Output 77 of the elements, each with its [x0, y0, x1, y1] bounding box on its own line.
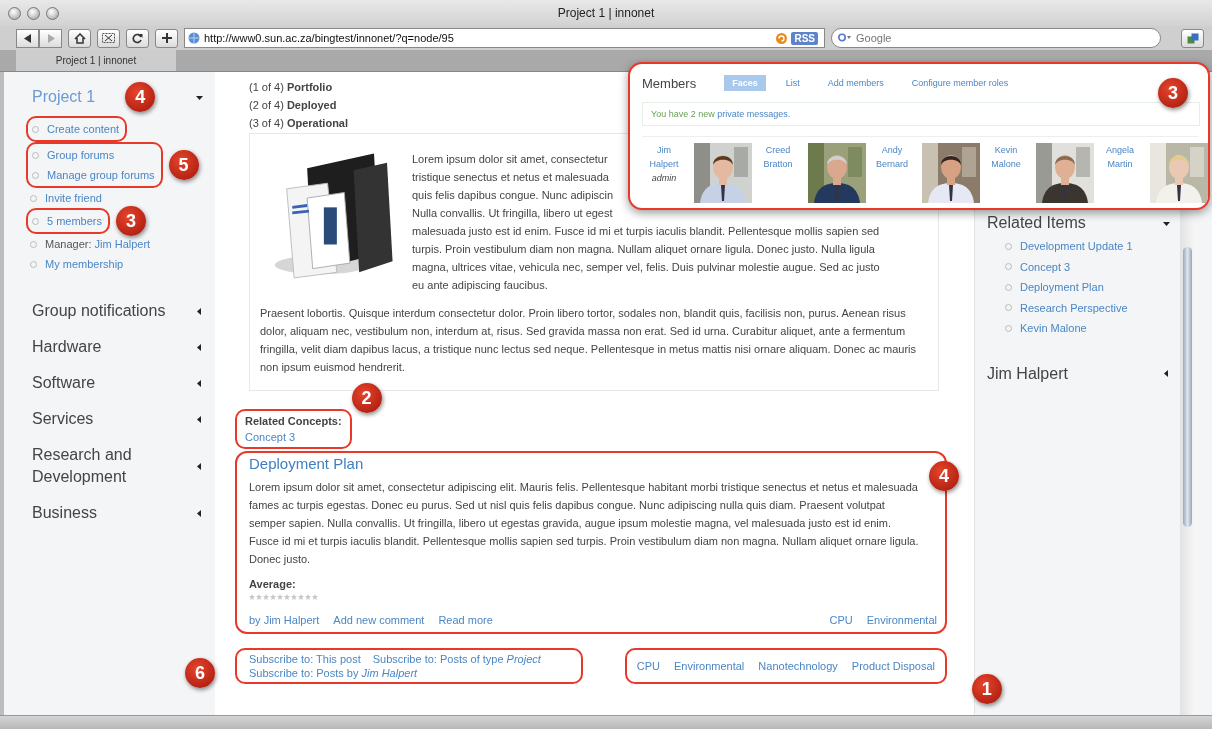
workflow-step: (3 of 4) Operational — [249, 114, 349, 132]
manager-link[interactable]: Jim Halpert — [94, 238, 151, 250]
panel-title: Members — [642, 75, 697, 91]
related-item-link[interactable]: Deployment Plan — [1020, 281, 1104, 294]
panel-tab[interactable]: List — [777, 75, 808, 91]
post-link[interactable]: by Jim Halpert — [249, 614, 320, 626]
step-marker: 3 — [116, 206, 147, 236]
manager-line: Manager: Jim Halpert — [45, 238, 151, 250]
section-heading[interactable]: Research and Development — [32, 444, 182, 488]
section-heading[interactable]: Group notifications — [32, 300, 182, 322]
section-heading[interactable]: Software — [32, 372, 182, 394]
body-text-line: tristique senectus et netus et malesuada — [412, 170, 609, 185]
step-marker: 4 — [125, 82, 156, 112]
post-link[interactable]: Add new comment — [333, 614, 425, 626]
panel-tab[interactable]: Add members — [819, 75, 892, 91]
body-paragraph: Praesent lobortis. Quisque interdum consectetur dolor. Proin libero tortor, sodales non, blandit quis, facilisis non, purus. Aenean risus dolor, aliquam nec, vestibulum non, interdum at, risus. Sed gravida massa non erat. Sed id urna. Curabitur aliquet, ante a fermentum fringilla, velit diam dapibus lacus, a tristique nunc lectus sed neque. Pellentesque in metus mattis nisi ornare aliquam. Donec ac mauris non ipsum euismod hendrerit. — [260, 306, 918, 375]
post-body: Lorem ipsum dolor sit amet, consectetur adipiscing elit. Mauris felis. Pellentesque habitant morbi tristique senectus et netus et malesuada fames ac turpis egestas. Donec eu purus. Sed ut nisl quis felis dapibus congue. Nunc adipiscing nulla quis diam. Praesent volutpat semper sapien. Nulla convallis. Ut fringilla, libero ut egestas gravida, augue ipsum molestie magna, vel malesuada justo est id enim. Fusce id mi et turpis iaculis blandit. Pellentesque mollis sapien sed turpis. Proin vestibulum diam non magna. Nullam aliquet ornare ligula. Donec justo. — [249, 480, 919, 567]
panel-tab[interactable]: Configure member roles — [903, 75, 1017, 91]
body-text-line: magna, ultrices vitae, vehicula nec, semper vel, felis. Duis pulvinar molestie augue. Sed ac justo — [412, 260, 880, 275]
body-text-line: malesuada justo est id enim. Fusce id mi et turpis iaculis blandit. Pellentesque mollis sapien sed — [412, 224, 880, 239]
subscribe-link[interactable]: Subscribe to: This post — [249, 653, 361, 665]
rss-button[interactable]: RSS — [791, 31, 818, 45]
section-heading[interactable]: Business — [32, 502, 182, 524]
post-title[interactable]: Deployment Plan — [249, 455, 364, 472]
tag-link[interactable]: Nanotechnology — [758, 660, 838, 672]
section-heading[interactable]: Hardware — [32, 336, 182, 358]
body-text-line: turpis. Proin vestibulum diam non magna. Nullam aliquet ornare ligula. Donec justo. Nulla ligula — [412, 242, 875, 257]
url-text: http://www0.sun.ac.za/bingtest/innonet/?q=node/95 — [204, 32, 455, 44]
related-item-link[interactable]: Development Update 1 — [1020, 240, 1133, 253]
workflow-step: (2 of 4) Deployed — [249, 96, 337, 114]
sidebar-link[interactable]: 5 members — [47, 215, 103, 227]
address-field[interactable]: http://www0.sun.ac.za/bingtest/innonet/?q=node/95 RSS — [184, 28, 825, 48]
tag-link[interactable]: Environmental — [866, 614, 937, 626]
window-title: Project 1 | innonet — [557, 6, 655, 20]
browser-tab[interactable]: Project 1 | innonet — [16, 50, 176, 71]
step-marker: 5 — [168, 150, 199, 180]
body-text-line: quis felis dapibus congue. Nunc adipiscin — [412, 188, 614, 203]
sidebar-link[interactable]: Manage group forums — [47, 169, 155, 181]
workflow-step: (1 of 4) Portfolio — [249, 78, 333, 96]
sidebar-link[interactable]: My membership — [45, 258, 124, 270]
search-field[interactable]: Google — [831, 28, 1161, 48]
tag-link[interactable]: Environmental — [674, 660, 745, 672]
block-heading[interactable]: Jim Halpert — [987, 364, 1068, 383]
section-heading[interactable]: Services — [32, 408, 182, 430]
body-text-line: eu ante adipiscing faucibus. — [412, 278, 548, 293]
related-item-link[interactable]: Concept 3 — [1020, 260, 1071, 273]
member-name-link[interactable]: Andy Bernard — [870, 143, 914, 171]
related-item-link[interactable]: Kevin Malone — [1020, 322, 1087, 335]
member-name-link[interactable]: Creed Bratton — [756, 143, 800, 171]
step-marker: 3 — [1158, 78, 1188, 108]
subscribe-link[interactable]: Subscribe to: Posts by Jim Halpert — [249, 667, 418, 679]
member-name-link[interactable]: Jim Halpert — [642, 143, 686, 171]
step-marker: 4 — [929, 461, 959, 491]
related-label: Related Concepts: — [245, 415, 342, 427]
tag-link[interactable]: Product Disposal — [851, 660, 935, 672]
tag-link[interactable]: CPU — [829, 614, 853, 626]
related-item-link[interactable]: Research Perspective — [1020, 301, 1128, 314]
post-link[interactable]: Read more — [438, 614, 493, 626]
member-role: admin — [651, 172, 677, 185]
sidebar-link[interactable]: Create content — [47, 123, 120, 135]
block-heading[interactable]: Related Items — [987, 214, 1086, 232]
messages-link[interactable]: private messages. — [717, 109, 791, 119]
rating-label: Average: — [249, 578, 297, 590]
status-message: You have 2 new private messages. — [642, 102, 1200, 126]
step-marker: 2 — [351, 383, 382, 413]
sidebar-link[interactable]: Invite friend — [45, 192, 102, 204]
member-name-link[interactable]: Kevin Malone — [984, 143, 1028, 171]
tag-link[interactable]: CPU — [636, 660, 660, 672]
sidebar-link[interactable]: Group forums — [47, 149, 115, 161]
step-marker: 6 — [185, 658, 215, 688]
body-text-line: Lorem ipsum dolor sit amet, consectetur — [412, 152, 608, 167]
subscribe-link[interactable]: Subscribe to: Posts of type Project — [372, 653, 541, 665]
body-text-line: Nulla convallis. Ut fringilla, libero ut egest — [412, 206, 613, 221]
step-marker: 1 — [971, 674, 1002, 704]
concept-link[interactable]: Concept 3 — [245, 431, 296, 443]
member-name-link[interactable]: Angela Martin — [1098, 143, 1142, 171]
group-title[interactable]: Project 1 — [32, 88, 96, 106]
